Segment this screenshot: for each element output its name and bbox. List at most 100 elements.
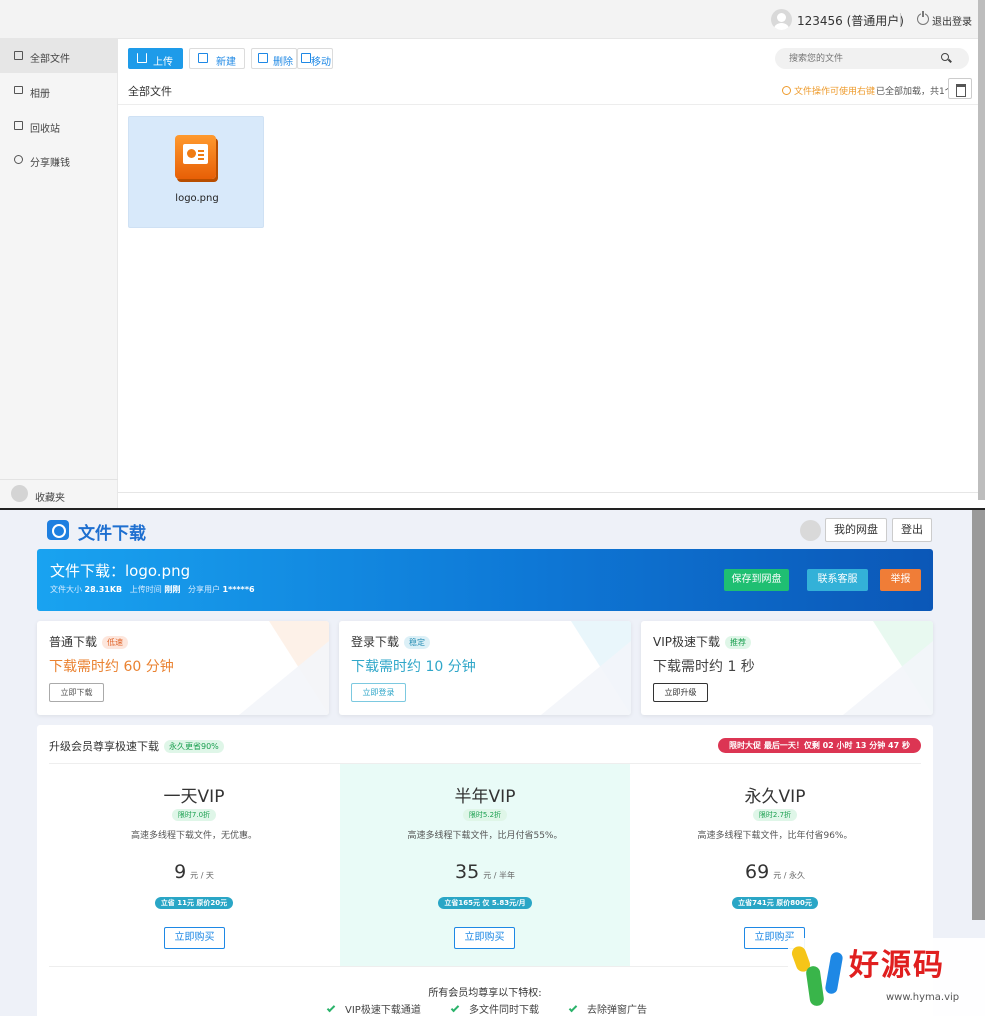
card-title-text: VIP极速下载 bbox=[653, 635, 720, 649]
watermark: 好源码 www.hyma.vip bbox=[788, 938, 985, 1016]
site-title: 文件下载 bbox=[78, 524, 146, 544]
promo-countdown: 限时大促 最后一天！仅剩 02 小时 13 分钟 47 秒 bbox=[718, 738, 921, 753]
saving-badge: 立省741元 原价800元 bbox=[732, 897, 818, 909]
plan-price: 35 元 / 半年 bbox=[340, 861, 630, 883]
card-title: VIP极速下载 推荐 bbox=[653, 633, 751, 650]
check-icon bbox=[326, 1003, 336, 1013]
file-item[interactable]: logo.png bbox=[128, 116, 264, 228]
card-title-text: 普通下载 bbox=[49, 635, 98, 649]
size-label: 文件大小 bbox=[50, 585, 82, 594]
normal-download-card: 普通下载 低速 下载需时约 60 分钟 立即下载 bbox=[37, 621, 329, 715]
card-decoration bbox=[541, 621, 631, 715]
search-icon[interactable] bbox=[941, 53, 949, 61]
download-time: 下载需时约 1 秒 bbox=[653, 659, 755, 675]
trash-icon bbox=[14, 121, 23, 130]
upload-time: 刚刚 bbox=[164, 585, 181, 594]
card-decoration bbox=[239, 621, 329, 715]
new-button[interactable]: 新建 bbox=[189, 48, 245, 69]
sidebar-item-album[interactable]: 相册 bbox=[0, 74, 118, 108]
sidebar-item-all-files[interactable]: 全部文件 bbox=[0, 39, 118, 73]
plan-saving: 立省165元 仅 5.83元/月 bbox=[340, 894, 630, 909]
vip-title: 升级会员尊享极速下载 永久更省90% bbox=[49, 738, 224, 754]
report-button[interactable]: 举报 bbox=[880, 569, 921, 591]
view-toggle-button[interactable] bbox=[948, 78, 972, 99]
user-avatar bbox=[800, 520, 821, 541]
price-value: 35 bbox=[455, 861, 480, 883]
delete-button[interactable]: 删除 bbox=[251, 48, 297, 69]
tip-label: 文件操作可使用右键 bbox=[794, 87, 876, 97]
card-title: 普通下载 低速 bbox=[49, 633, 129, 650]
save-to-disk-button[interactable]: 保存到网盘 bbox=[724, 569, 789, 591]
sidebar-item-share[interactable]: 分享赚钱 bbox=[0, 143, 118, 177]
discount-badge: 限时5.2折 bbox=[462, 809, 508, 821]
favorites-label: 收藏夹 bbox=[35, 493, 65, 504]
file-header-banner: 文件下载：logo.png 文件大小 28.31KB 上传时间 刚刚 分享用户 … bbox=[37, 549, 933, 611]
breadcrumb[interactable]: 全部文件 bbox=[128, 83, 172, 99]
login-now-button[interactable]: 立即登录 bbox=[351, 683, 406, 702]
scrollbar[interactable] bbox=[978, 0, 985, 500]
saving-badge: 立省 11元 原价20元 bbox=[154, 897, 234, 909]
plan-one-day: 一天VIP 限时7.0折 高速多线程下载文件，无优惠。 9元 / 天 立省 11… bbox=[49, 764, 339, 966]
search-box bbox=[775, 48, 969, 69]
upload-button[interactable]: 上传 bbox=[128, 48, 183, 69]
contact-support-button[interactable]: 联系客服 bbox=[807, 569, 868, 591]
watermark-text: 好源码 bbox=[849, 948, 945, 983]
my-disk-button[interactable]: 我的网盘 bbox=[825, 518, 887, 542]
tip-text: 文件操作可使用右键 bbox=[782, 84, 875, 97]
perk-label: 去除弹窗广告 bbox=[587, 1005, 647, 1016]
sharer-name: 1*****6 bbox=[222, 585, 255, 594]
sidebar-item-label: 回收站 bbox=[30, 124, 60, 135]
upload-icon bbox=[137, 53, 147, 63]
plan-description: 高速多线程下载文件，比年付省96%。 bbox=[697, 831, 853, 841]
login-download-card: 登录下载 稳定 下载需时约 10 分钟 立即登录 bbox=[339, 621, 631, 715]
plan-saving: 立省 11元 原价20元 bbox=[49, 894, 339, 909]
price-unit: 元 / 半年 bbox=[483, 871, 515, 880]
card-title: 登录下载 稳定 bbox=[351, 633, 431, 650]
user-name[interactable]: 123456 (普通用户) bbox=[797, 12, 904, 29]
plan-price: 69 元 / 永久 bbox=[630, 861, 920, 883]
sidebar-footer-favorites[interactable]: 收藏夹 bbox=[0, 479, 118, 508]
download-time: 下载需时约 10 分钟 bbox=[351, 659, 476, 675]
footprint-icon bbox=[824, 951, 844, 995]
card-title-text: 登录下载 bbox=[351, 635, 400, 649]
perk-label: 多文件同时下载 bbox=[469, 1005, 539, 1016]
logout-button[interactable]: 登出 bbox=[892, 518, 932, 542]
power-icon[interactable] bbox=[917, 11, 929, 25]
top-bar: 123456 (普通用户) 退出登录 bbox=[0, 0, 978, 39]
file-name: logo.png bbox=[175, 193, 219, 204]
vip-title-text: 升级会员尊享极速下载 bbox=[49, 740, 159, 753]
new-folder-icon bbox=[198, 53, 208, 63]
sharer-label: 分享用户 bbox=[187, 585, 220, 594]
move-icon bbox=[301, 53, 311, 63]
search-input[interactable] bbox=[789, 51, 939, 66]
buy-now-button[interactable]: 立即购买 bbox=[164, 927, 225, 949]
sidebar-item-recycle-bin[interactable]: 回收站 bbox=[0, 109, 118, 143]
file-meta: 文件大小 28.31KB 上传时间 刚刚 分享用户 1*****6 bbox=[50, 584, 255, 595]
vip-download-card: VIP极速下载 推荐 下载需时约 1 秒 立即升级 bbox=[641, 621, 933, 715]
saving-badge: 立省165元 仅 5.83元/月 bbox=[438, 897, 532, 909]
plan-name: 永久VIP bbox=[744, 787, 806, 807]
plan-name: 一天VIP bbox=[163, 787, 225, 807]
footprint-icon bbox=[805, 965, 825, 1007]
delete-label: 删除 bbox=[273, 57, 293, 68]
file-size: 28.31KB bbox=[84, 585, 123, 594]
buy-now-button[interactable]: 立即购买 bbox=[454, 927, 515, 949]
price-value: 69 bbox=[745, 861, 770, 883]
image-file-icon bbox=[175, 135, 216, 179]
scrollbar[interactable] bbox=[972, 510, 985, 920]
logo-icon bbox=[47, 520, 69, 540]
sidebar-item-label: 分享赚钱 bbox=[30, 158, 70, 169]
upgrade-now-button[interactable]: 立即升级 bbox=[653, 683, 708, 702]
move-button[interactable]: 移动 bbox=[297, 48, 333, 69]
plan-half-year: 半年VIP 限时5.2折 高速多线程下载文件，比月付省55%。 35 元 / 半年… bbox=[340, 764, 630, 966]
check-icon bbox=[568, 1003, 578, 1013]
card-decoration bbox=[843, 621, 933, 715]
avatar bbox=[11, 485, 28, 502]
check-icon bbox=[450, 1003, 460, 1013]
watermark-url: www.hyma.vip bbox=[886, 992, 960, 1003]
download-now-button[interactable]: 立即下载 bbox=[49, 683, 104, 702]
user-avatar[interactable] bbox=[771, 9, 792, 30]
sidebar: 全部文件 相册 回收站 分享赚钱 收藏夹 bbox=[0, 39, 118, 508]
loaded-status: 已全部加载，共1个 bbox=[876, 87, 954, 97]
logout-link[interactable]: 退出登录 bbox=[932, 13, 972, 28]
